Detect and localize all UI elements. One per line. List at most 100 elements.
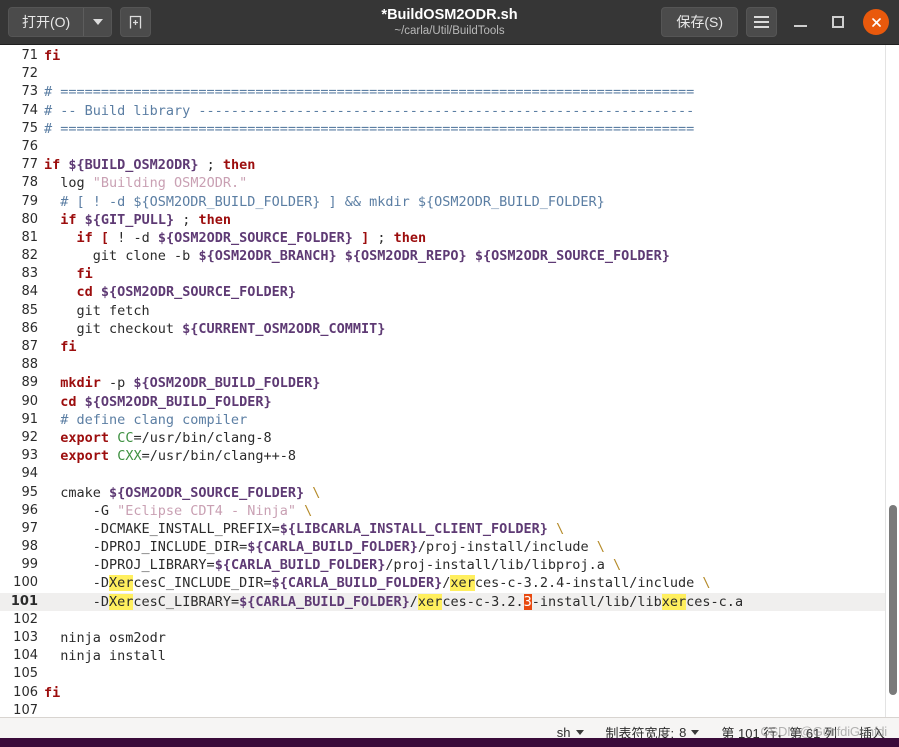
code-line[interactable]: 72 (0, 65, 885, 83)
code-line[interactable]: 104 ninja install (0, 647, 885, 665)
line-number: 76 (21, 138, 38, 154)
line-number: 71 (21, 48, 38, 63)
code-token: cmake (44, 484, 110, 501)
scrollbar-thumb[interactable] (889, 505, 897, 695)
new-document-button[interactable] (120, 7, 152, 37)
code-line[interactable]: 107 (0, 702, 885, 717)
code-text: -DCMAKE_INSTALL_PREFIX=${LIBCARLA_INSTAL… (44, 520, 885, 538)
code-line[interactable]: 91 # define clang compiler (0, 411, 885, 429)
open-button[interactable]: 打开(O) (9, 8, 84, 36)
code-line[interactable]: 89 mkdir -p ${OSM2ODR_BUILD_FOLDER} (0, 374, 885, 392)
code-line[interactable]: 73 # ====================================… (0, 83, 885, 101)
code-line[interactable]: 99 -DPROJ_LIBRARY=${CARLA_BUILD_FOLDER}/… (0, 556, 885, 574)
code-line[interactable]: 75 # ====================================… (0, 120, 885, 138)
code-line[interactable]: 83 fi (0, 265, 885, 283)
code-line[interactable]: 98 -DPROJ_INCLUDE_DIR=${CARLA_BUILD_FOLD… (0, 538, 885, 556)
scrollbar-track[interactable] (886, 45, 899, 717)
code-text: # [ ! -d ${OSM2ODR_BUILD_FOLDER} ] && mk… (44, 193, 885, 211)
code-line[interactable]: 77 if ${BUILD_OSM2ODR} ; then (0, 156, 885, 174)
line-number: 81 (21, 229, 38, 245)
code-line[interactable]: 87 fi (0, 338, 885, 356)
code-token: -D (44, 593, 110, 610)
search-match: xer (417, 593, 443, 610)
line-number: 77 (21, 157, 38, 173)
code-line[interactable]: 100 -DXercesC_INCLUDE_DIR=${CARLA_BUILD_… (0, 574, 885, 592)
main-menu-button[interactable] (746, 7, 777, 37)
code-line[interactable]: 79 # [ ! -d ${OSM2ODR_BUILD_FOLDER} ] &&… (0, 193, 885, 211)
code-token: "Eclipse CDT4 - Ninja" (117, 502, 296, 519)
code-line[interactable]: 84 cd ${OSM2ODR_SOURCE_FOLDER} (0, 283, 885, 301)
code-line[interactable]: 102 (0, 611, 885, 629)
hamburger-menu-icon (754, 16, 769, 28)
code-token: ${OSM2ODR_BUILD_FOLDER} (133, 375, 321, 392)
code-line[interactable]: 106 fi (0, 684, 885, 702)
code-token: export (60, 448, 110, 465)
code-text: -G "Eclipse CDT4 - Ninja" \ (44, 502, 885, 520)
code-token: /proj-install/lib/libproj.a (385, 557, 613, 574)
code-token: ces-c-3.2. (442, 593, 524, 610)
code-token: cd (76, 284, 93, 301)
code-token: [ (100, 229, 110, 246)
code-token: # ======================================… (44, 120, 695, 137)
code-token: ${OSM2ODR_SOURCE_FOLDER} (474, 248, 670, 265)
code-line[interactable]: 101 -DXercesC_LIBRARY=${CARLA_BUILD_FOLD… (0, 592, 885, 611)
code-line[interactable]: 86 git checkout ${CURRENT_OSM2ODR_COMMIT… (0, 320, 885, 338)
code-line[interactable]: 90 cd ${OSM2ODR_BUILD_FOLDER} (0, 393, 885, 411)
code-token: export (60, 429, 110, 446)
code-line[interactable]: 97 -DCMAKE_INSTALL_PREFIX=${LIBCARLA_INS… (0, 520, 885, 538)
chevron-down-icon (691, 729, 700, 735)
close-button[interactable] (861, 7, 891, 37)
code-line[interactable]: 103 ninja osm2odr (0, 629, 885, 647)
code-text: cd ${OSM2ODR_BUILD_FOLDER} (44, 393, 885, 411)
code-text: # define clang compiler (44, 411, 885, 429)
line-number: 87 (21, 339, 38, 354)
vertical-scrollbar[interactable] (885, 45, 899, 717)
code-line[interactable]: 96 -G "Eclipse CDT4 - Ninja" \ (0, 502, 885, 520)
code-line[interactable]: 88 (0, 356, 885, 374)
code-line[interactable]: 80 if ${GIT_PULL} ; then (0, 211, 885, 229)
code-token: ${OSM2ODR_REPO} (344, 248, 467, 265)
code-text: # ======================================… (44, 83, 885, 101)
line-number: 92 (21, 429, 38, 445)
code-token: ${BUILD_OSM2ODR} (68, 157, 199, 174)
code-line[interactable]: 94 (0, 465, 885, 483)
code-line[interactable]: 105 (0, 665, 885, 683)
code-line[interactable]: 93 export CXX=/usr/bin/clang++-8 (0, 447, 885, 465)
title-bar: 打开(O) *BuildOSM2ODR.sh ~/carla/Util/Buil… (0, 0, 899, 45)
code-token: git checkout (44, 320, 183, 337)
code-line[interactable]: 92 export CC=/usr/bin/clang-8 (0, 429, 885, 447)
source-code-view[interactable]: 71 fi 72 73 # ==============================… (0, 45, 885, 717)
line-number: 82 (21, 248, 38, 264)
code-text: -DPROJ_INCLUDE_DIR=${CARLA_BUILD_FOLDER}… (44, 538, 885, 556)
minimize-button[interactable] (785, 7, 815, 37)
code-line[interactable]: 74 # -- Build library -------------------… (0, 102, 885, 120)
code-token: git fetch (44, 302, 150, 319)
code-line[interactable]: 82 git clone -b ${OSM2ODR_BRANCH} ${OSM2… (0, 247, 885, 265)
code-token: / (409, 593, 418, 610)
code-token: "Building OSM2ODR." (92, 175, 248, 192)
code-line[interactable]: 95 cmake ${OSM2ODR_SOURCE_FOLDER} \ (0, 484, 885, 502)
code-token: CC (117, 429, 134, 446)
code-line[interactable]: 76 (0, 138, 885, 156)
code-line[interactable]: 71 fi (0, 47, 885, 65)
code-line[interactable]: 85 git fetch (0, 302, 885, 320)
open-dropdown-button[interactable] (83, 8, 112, 36)
code-line[interactable]: 78 log "Building OSM2ODR." (0, 174, 885, 192)
save-button[interactable]: 保存(S) (661, 7, 738, 37)
line-number: 101 (10, 593, 38, 609)
code-token: then (393, 229, 427, 246)
maximize-button[interactable] (823, 7, 853, 37)
code-line[interactable]: 81 if [ ! -d ${OSM2ODR_SOURCE_FOLDER} ] … (0, 229, 885, 247)
code-text: git clone -b ${OSM2ODR_BRANCH} ${OSM2ODR… (44, 247, 885, 265)
code-text: -DPROJ_LIBRARY=${CARLA_BUILD_FOLDER}/pro… (44, 556, 885, 574)
